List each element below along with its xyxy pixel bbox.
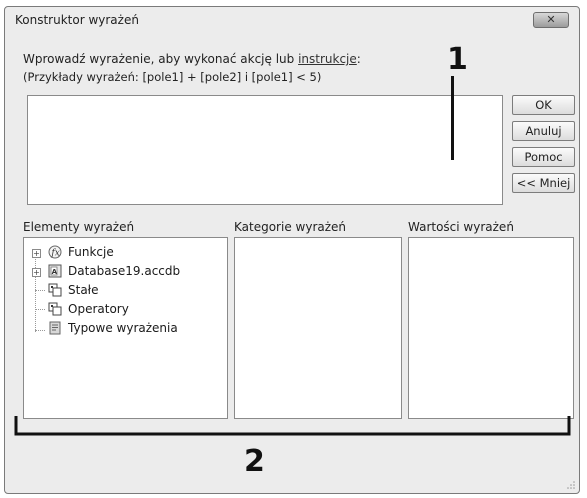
title-bar: Konstruktor wyrażeń ✕ xyxy=(5,7,579,33)
help-button[interactable]: Pomoc xyxy=(512,147,575,167)
expression-values-list[interactable] xyxy=(408,237,574,419)
window-title: Konstruktor wyrażeń xyxy=(15,13,139,27)
instructions-link[interactable]: instrukcje xyxy=(298,52,357,66)
common-expressions-icon xyxy=(49,321,61,335)
svg-text:A: A xyxy=(52,268,58,276)
tree-item-label: Stałe xyxy=(68,283,99,297)
tree-item-typowe[interactable]: Typowe wyrażenia xyxy=(28,320,218,338)
values-label: Wartości wyrażeń xyxy=(408,220,514,234)
constants-icon xyxy=(48,283,62,297)
tree-item-stale[interactable]: Stałe xyxy=(28,282,218,300)
cancel-button[interactable]: Anuluj xyxy=(512,121,575,141)
expression-elements-tree[interactable]: + fx Funkcje + A Database19.accdb Stałe … xyxy=(23,237,228,419)
prompt-colon: : xyxy=(356,52,361,66)
expression-input[interactable] xyxy=(27,95,503,205)
tree-item-operatory[interactable]: Operatory xyxy=(28,301,218,319)
callout-number-2: 2 xyxy=(244,444,265,479)
tree-item-label: Database19.accdb xyxy=(68,264,181,278)
svg-text:fx: fx xyxy=(50,249,59,259)
categories-label: Kategorie wyrażeń xyxy=(234,220,347,234)
tree-item-label: Operatory xyxy=(68,302,129,316)
callout-line-1 xyxy=(451,76,454,160)
close-button[interactable]: ✕ xyxy=(533,12,569,28)
elements-label: Elementy wyrażeń xyxy=(23,220,135,234)
database-icon: A xyxy=(48,264,62,278)
ok-button[interactable]: OK xyxy=(512,95,575,115)
less-button[interactable]: << Mniej xyxy=(512,173,575,193)
prompt-line-1: Wprowadź wyrażenie, aby wykonać akcję lu… xyxy=(23,52,361,66)
resize-grip-icon[interactable] xyxy=(566,480,576,490)
operators-icon xyxy=(48,302,62,316)
expand-icon[interactable]: + xyxy=(32,268,41,277)
prompt-text: Wprowadź wyrażenie, aby wykonać akcję lu… xyxy=(23,52,299,66)
expand-icon[interactable]: + xyxy=(32,249,41,258)
function-icon: fx xyxy=(48,245,62,259)
tree-item-label: Typowe wyrażenia xyxy=(68,321,178,335)
tree-item-label: Funkcje xyxy=(68,245,114,259)
prompt-examples: (Przykłady wyrażeń: [pole1] + [pole2] i … xyxy=(23,70,322,84)
tree-item-database[interactable]: + A Database19.accdb xyxy=(28,263,218,281)
callout-bracket-2 xyxy=(14,416,571,436)
callout-number-1: 1 xyxy=(447,42,468,77)
tree-item-funkcje[interactable]: + fx Funkcje xyxy=(28,244,218,262)
expression-categories-list[interactable] xyxy=(234,237,402,419)
